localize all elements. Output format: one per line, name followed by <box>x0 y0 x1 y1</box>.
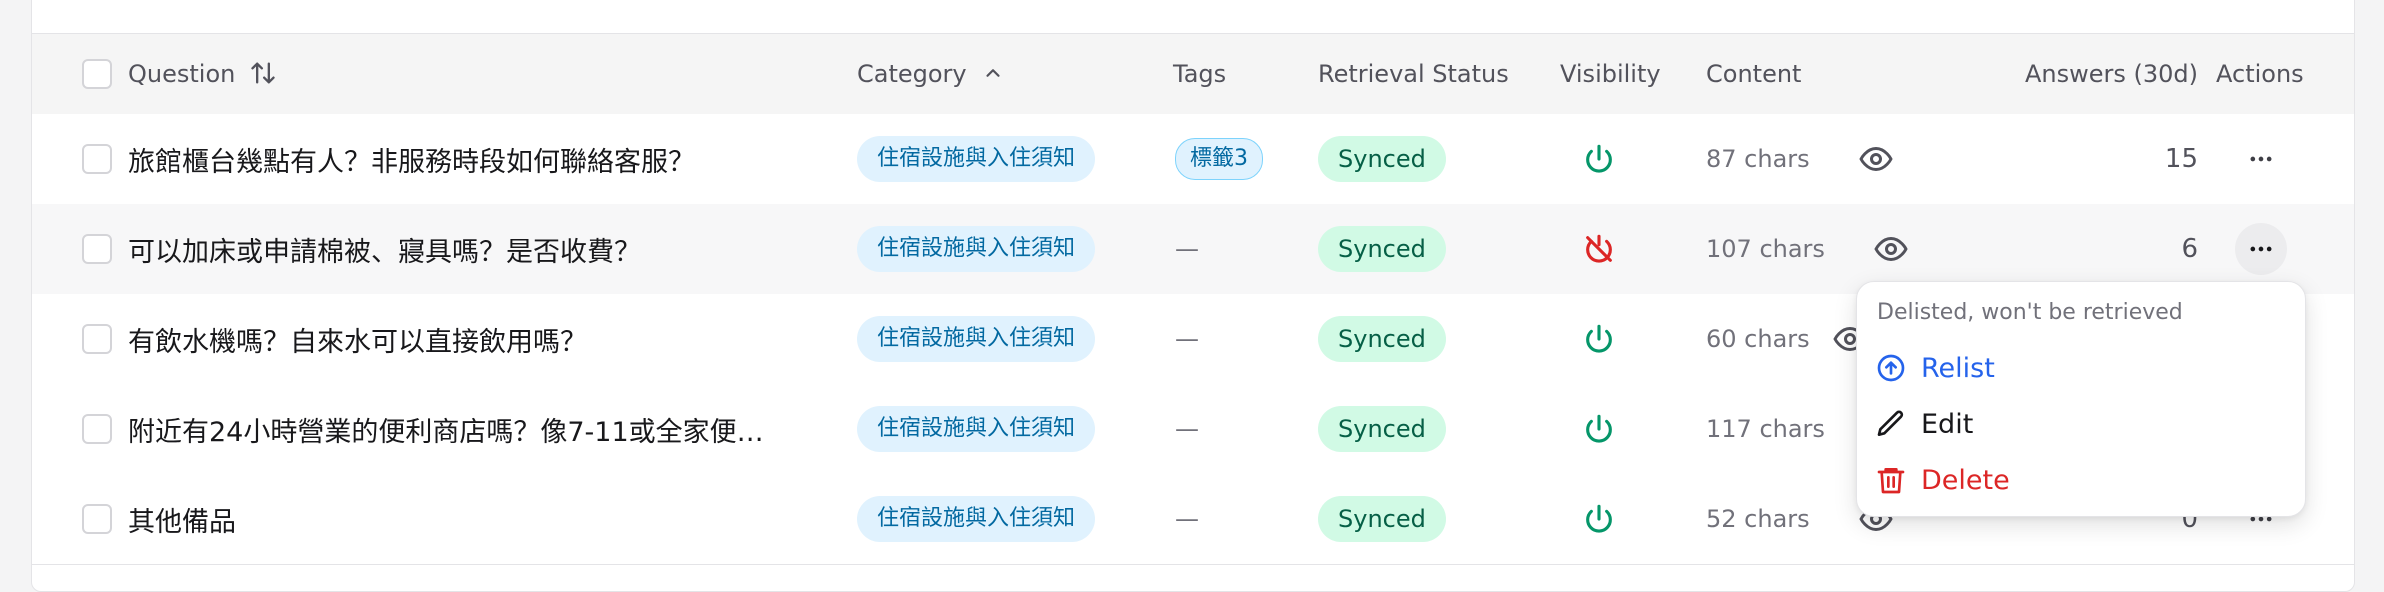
visibility-toggle[interactable] <box>1582 204 1616 294</box>
tag-badge: 標籤3 <box>1175 138 1263 180</box>
tag-empty: — <box>1175 415 1199 443</box>
row-actions-button[interactable] <box>2235 133 2287 185</box>
status-badge: Synced <box>1318 136 1446 182</box>
table-header: Question Category Tags Retrieval Status … <box>32 33 2354 115</box>
row-checkbox[interactable] <box>82 414 112 444</box>
row-select-cell[interactable] <box>82 114 112 204</box>
column-header-answers: Answers (30d) <box>2024 60 2198 88</box>
menu-delisted-note: Delisted, won't be retrieved <box>1877 300 2183 325</box>
column-header-category-label: Category <box>857 60 967 88</box>
eye-icon[interactable] <box>1873 231 1909 267</box>
power-off-icon[interactable] <box>1582 232 1616 266</box>
tag-empty: — <box>1175 325 1199 353</box>
row-actions-button[interactable] <box>2235 223 2287 275</box>
column-header-question[interactable]: Question <box>128 34 277 114</box>
arrow-up-circle-icon <box>1877 354 1905 382</box>
status-badge: Synced <box>1318 406 1446 452</box>
column-header-visibility: Visibility <box>1560 60 1661 88</box>
column-header-question-label: Question <box>128 60 236 88</box>
tag-empty: — <box>1175 235 1199 263</box>
menu-item-edit[interactable]: Edit <box>1875 402 1973 446</box>
row-select-cell[interactable] <box>82 204 112 294</box>
power-icon[interactable] <box>1582 142 1616 176</box>
power-icon[interactable] <box>1582 322 1616 356</box>
status-badge: Synced <box>1318 226 1446 272</box>
chevron-up-icon[interactable] <box>982 62 1004 84</box>
content-length: 117 chars <box>1706 415 1825 443</box>
visibility-toggle[interactable] <box>1582 114 1616 204</box>
content-length: 60 chars <box>1706 325 1810 353</box>
column-header-retrieval-status: Retrieval Status <box>1318 60 1509 88</box>
row-actions-menu: Delisted, won't be retrieved Relist Edit… <box>1856 281 2306 517</box>
category-badge: 住宿設施與入住須知 <box>857 406 1096 452</box>
column-header-tags: Tags <box>1173 60 1227 88</box>
visibility-toggle[interactable] <box>1582 384 1616 474</box>
more-horizontal-icon <box>2250 156 2272 162</box>
visibility-toggle[interactable] <box>1582 294 1616 384</box>
row-checkbox[interactable] <box>82 144 112 174</box>
row-checkbox[interactable] <box>82 504 112 534</box>
category-badge: 住宿設施與入住須知 <box>857 496 1096 542</box>
table-row[interactable]: 旅館櫃台幾點有人？非服務時段如何聯絡客服？ 住宿設施與入住須知 標籤3 Sync… <box>32 114 2354 205</box>
menu-item-edit-label: Edit <box>1921 408 1974 440</box>
power-icon[interactable] <box>1582 412 1616 446</box>
row-checkbox[interactable] <box>82 234 112 264</box>
tag-empty: — <box>1175 505 1199 533</box>
trash-icon <box>1877 468 1905 494</box>
preview-button[interactable] <box>1858 114 1894 204</box>
content-length: 52 chars <box>1706 505 1810 533</box>
eye-icon[interactable] <box>1858 141 1894 177</box>
more-horizontal-icon <box>2250 246 2272 252</box>
row-checkbox[interactable] <box>82 324 112 354</box>
column-header-category[interactable]: Category <box>857 34 1004 114</box>
category-badge: 住宿設施與入住須知 <box>857 226 1096 272</box>
question-text[interactable]: 附近有24小時營業的便利商店嗎？像7-11或全家便… <box>128 384 808 474</box>
question-text[interactable]: 有飲水機嗎？自來水可以直接飲用嗎？ <box>128 294 808 384</box>
question-text[interactable]: 可以加床或申請棉被、寢具嗎？是否收費？ <box>128 204 808 294</box>
sort-arrows-icon[interactable] <box>249 59 277 87</box>
answers-count: 15 <box>2164 144 2198 174</box>
row-select-cell[interactable] <box>82 474 112 564</box>
row-select-cell[interactable] <box>82 294 112 384</box>
status-badge: Synced <box>1318 496 1446 542</box>
category-badge: 住宿設施與入住須知 <box>857 316 1096 362</box>
menu-item-delete[interactable]: Delete <box>1875 458 2010 502</box>
power-icon[interactable] <box>1582 502 1616 536</box>
menu-item-relist-label: Relist <box>1921 352 1995 384</box>
menu-item-delete-label: Delete <box>1921 464 2010 496</box>
column-header-content: Content <box>1706 60 1802 88</box>
content-length: 87 chars <box>1706 145 1810 173</box>
column-header-actions: Actions <box>2216 60 2304 88</box>
pencil-icon <box>1877 410 1904 436</box>
select-all-checkbox[interactable] <box>82 59 112 89</box>
content-length: 107 chars <box>1706 235 1825 263</box>
category-badge: 住宿設施與入住須知 <box>857 136 1096 182</box>
menu-item-relist[interactable]: Relist <box>1875 346 1995 390</box>
status-badge: Synced <box>1318 316 1446 362</box>
visibility-toggle[interactable] <box>1582 474 1616 564</box>
question-text[interactable]: 其他備品 <box>128 474 808 564</box>
question-text[interactable]: 旅館櫃台幾點有人？非服務時段如何聯絡客服？ <box>128 114 808 204</box>
row-select-cell[interactable] <box>82 384 112 474</box>
